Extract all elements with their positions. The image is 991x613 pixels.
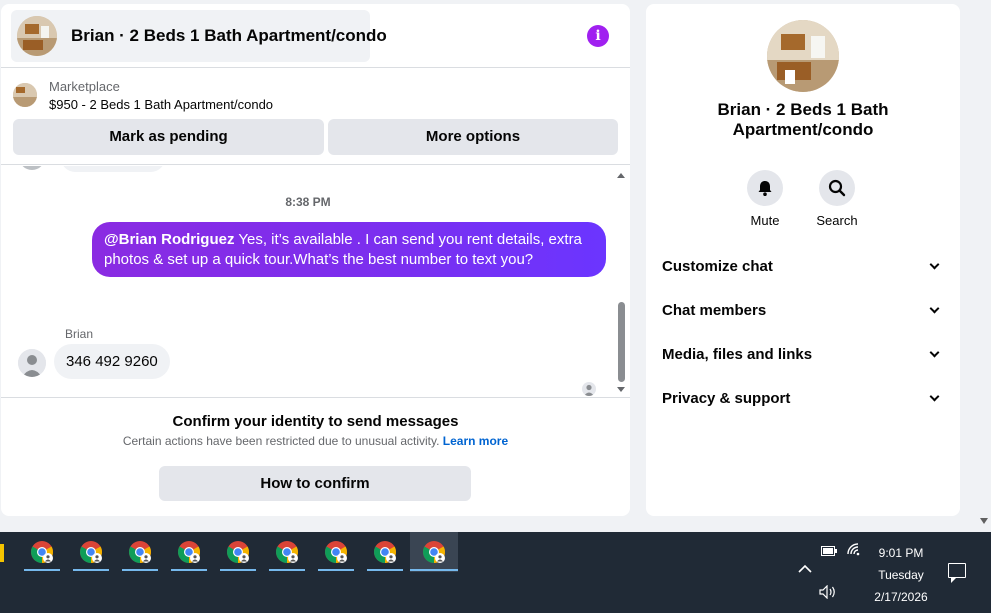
identity-confirm-banner: Confirm your identity to send messages C… (1, 397, 630, 516)
scroll-thumb[interactable] (618, 302, 625, 382)
message-scrollbar[interactable] (615, 170, 627, 394)
running-indicator (171, 569, 207, 571)
section-label: Media, files and links (662, 345, 813, 363)
chrome-icon (276, 541, 298, 563)
section-label: Privacy & support (662, 389, 791, 407)
taskbar-chrome-window[interactable] (361, 532, 409, 572)
listing-title: $950 - 2 Beds 1 Bath Apartment/condo (49, 97, 274, 112)
mark-pending-button[interactable]: Mark as pending (13, 119, 324, 155)
chrome-icon (374, 541, 396, 563)
running-indicator (410, 569, 458, 571)
customize-chat-section[interactable]: Customize chat (662, 254, 944, 278)
chat-members-section[interactable]: Chat members (662, 298, 944, 322)
taskbar-chrome-window[interactable] (410, 532, 458, 572)
running-indicator (367, 569, 403, 571)
volume-icon[interactable] (819, 584, 837, 602)
chrome-icon (129, 541, 151, 563)
sidebar-title: Brian · 2 Beds 1 Bath Apartment/condo (717, 100, 889, 139)
info-icon[interactable]: i (587, 25, 609, 47)
chrome-icon (178, 541, 200, 563)
taskbar-chrome-window[interactable] (214, 532, 262, 572)
running-indicator (220, 569, 256, 571)
learn-more-link[interactable]: Learn more (443, 434, 508, 448)
system-clock[interactable]: 9:01 PM Tuesday 2/17/2026 (862, 542, 940, 608)
taskbar-chrome-window[interactable] (116, 532, 164, 572)
message-list[interactable]: 8:38 PM @Brian Rodriguez Yes, it’s avail… (1, 166, 630, 396)
running-indicator (269, 569, 305, 571)
how-to-confirm-button[interactable]: How to confirm (159, 466, 471, 501)
chrome-icon (31, 541, 53, 563)
confirm-subtitle-text: Certain actions have been restricted due… (122, 434, 440, 448)
message-bubble[interactable] (61, 166, 165, 172)
media-files-links-section[interactable]: Media, files and links (662, 342, 944, 366)
running-indicator (122, 569, 158, 571)
chrome-icon (80, 541, 102, 563)
wifi-icon[interactable] (846, 542, 862, 559)
confirm-subtitle: Certain actions have been restricted due… (1, 434, 630, 448)
chrome-icon (227, 541, 249, 563)
chevron-down-icon (929, 347, 940, 357)
sender-avatar[interactable] (18, 349, 46, 377)
clock-date: 2/17/2026 (874, 590, 928, 604)
mute-label: Mute (750, 213, 780, 228)
message-timestamp: 8:38 PM (285, 195, 331, 209)
listing-avatar (17, 16, 57, 56)
taskbar-chrome-window[interactable] (18, 532, 66, 572)
chevron-down-icon (929, 303, 940, 313)
scroll-down-arrow-icon[interactable] (617, 387, 625, 392)
incoming-message[interactable]: 346 492 9260 (54, 344, 170, 379)
search-button[interactable]: Search (812, 170, 862, 228)
taskbar-chrome-window[interactable] (67, 532, 115, 572)
clock-day: Tuesday (878, 568, 924, 582)
file-explorer-icon[interactable] (0, 544, 4, 562)
marketplace-label: Marketplace (49, 79, 120, 94)
confirm-title: Confirm your identity to send messages (172, 413, 459, 430)
running-indicator (24, 569, 60, 571)
section-label: Chat members (662, 301, 767, 319)
outgoing-message[interactable]: @Brian Rodriguez Yes, it’s available . I… (92, 222, 606, 277)
listing-avatar-large (767, 20, 839, 92)
chevron-up-icon[interactable] (798, 562, 812, 577)
search-label: Search (816, 213, 858, 228)
bell-icon (747, 170, 783, 206)
chat-title: Brian · 2 Beds 1 Bath Apartment/condo (71, 26, 387, 45)
running-indicator (73, 569, 109, 571)
chrome-icon (325, 541, 347, 563)
chevron-down-icon (929, 391, 940, 401)
avatar (19, 166, 45, 170)
chat-info-sidebar: Brian · 2 Beds 1 Bath Apartment/condo Mu… (646, 4, 960, 516)
more-options-button[interactable]: More options (328, 119, 618, 155)
sender-name: Brian (65, 327, 94, 341)
clock-time: 9:01 PM (878, 546, 924, 560)
running-indicator (318, 569, 354, 571)
chevron-down-icon (929, 259, 940, 269)
notification-icon[interactable] (948, 563, 966, 583)
taskbar-chrome-window[interactable] (312, 532, 360, 572)
page-scroll-down-arrow-icon[interactable] (980, 518, 988, 524)
privacy-support-section[interactable]: Privacy & support (662, 386, 944, 410)
chrome-icon (423, 541, 445, 563)
scroll-up-arrow-icon[interactable] (617, 173, 625, 178)
taskbar: 9:01 PM Tuesday 2/17/2026 (0, 532, 991, 613)
chat-title-button[interactable]: Brian · 2 Beds 1 Bath Apartment/condo (11, 10, 387, 62)
mute-button[interactable]: Mute (740, 170, 790, 228)
battery-icon[interactable] (821, 544, 837, 559)
chat-panel: Brian · 2 Beds 1 Bath Apartment/condo i … (1, 4, 630, 516)
listing-thumbnail (13, 83, 37, 107)
marketplace-banner: Marketplace $950 - 2 Beds 1 Bath Apartme… (1, 69, 630, 165)
mention[interactable]: @Brian Rodriguez (104, 231, 234, 248)
section-label: Customize chat (662, 257, 773, 275)
chat-header: Brian · 2 Beds 1 Bath Apartment/condo i (1, 4, 630, 68)
search-icon (819, 170, 855, 206)
taskbar-chrome-window[interactable] (165, 532, 213, 572)
read-receipt-avatar (582, 382, 596, 396)
taskbar-chrome-window[interactable] (263, 532, 311, 572)
